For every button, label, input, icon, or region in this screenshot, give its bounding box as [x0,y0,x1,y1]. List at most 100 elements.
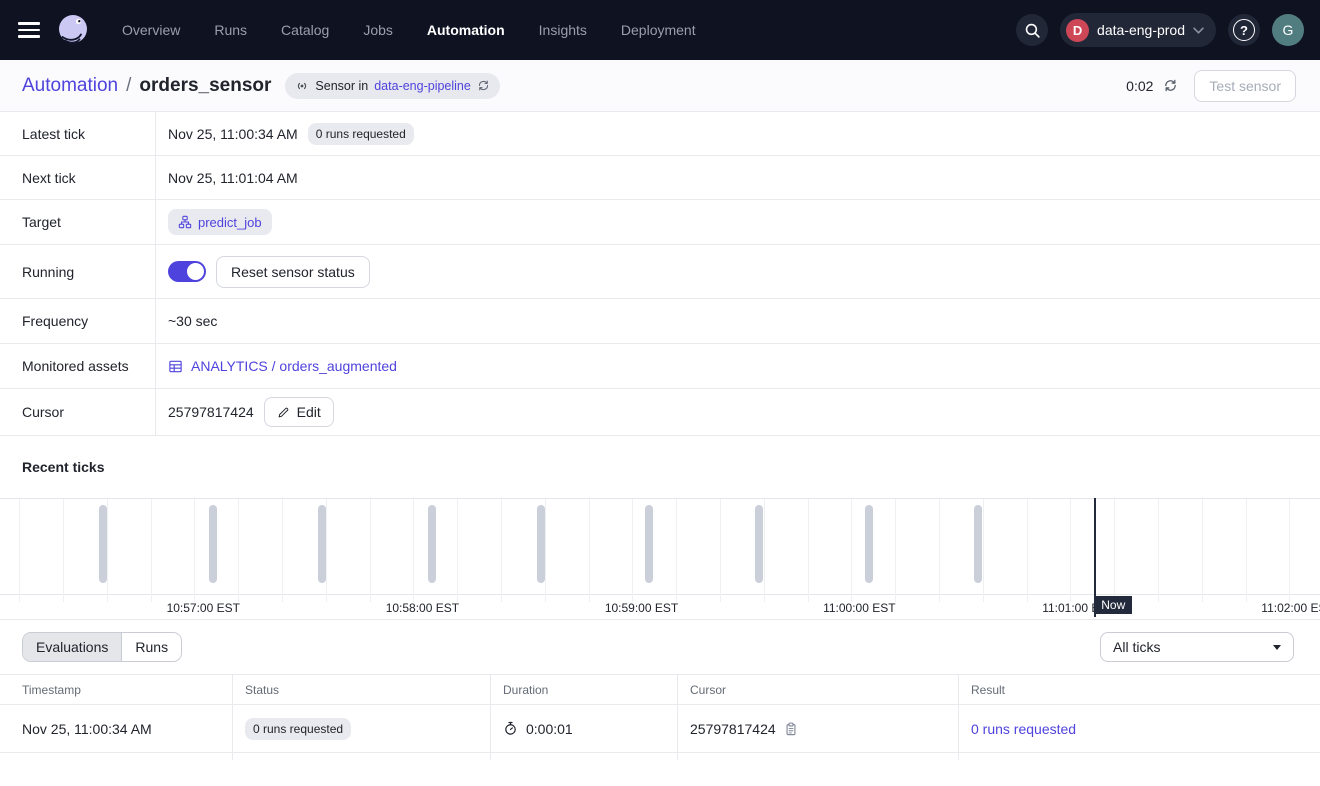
next-tick-value: Nov 25, 11:01:04 AM [168,170,298,186]
ticks-toolbar: Evaluations Runs All ticks [0,620,1320,674]
running-toggle[interactable] [168,261,206,282]
sensor-tick-bar[interactable] [428,505,436,583]
reset-sensor-status-button[interactable]: Reset sensor status [216,256,370,288]
tick-gridline [457,499,458,602]
col-duration: Duration [490,675,677,704]
asset-table-icon [168,359,183,374]
tick-gridline [851,499,852,602]
nav-item-deployment[interactable]: Deployment [621,22,696,38]
table-row: Nov 25, 11:00:34 AM 0 runs requested 0:0… [0,705,1320,753]
ticks-view-tabs: Evaluations Runs [22,632,182,662]
tick-gridline [764,499,765,602]
tick-timeline: 10:57:00 EST10:58:00 EST10:59:00 EST11:0… [0,498,1320,619]
col-result: Result [958,675,1320,704]
tick-gridline [1246,499,1247,602]
sensor-signal-icon [295,79,309,93]
tick-gridline [1202,499,1203,602]
tick-gridline [1070,499,1071,602]
breadcrumb-automation-link[interactable]: Automation [22,75,118,97]
ticks-table-header: Timestamp Status Duration Cursor Result [0,674,1320,705]
row-result-link[interactable]: 0 runs requested [971,721,1076,737]
frequency-label: Frequency [0,313,155,329]
pencil-icon [277,406,290,419]
sensor-location-badge: Sensor in data-eng-pipeline [285,73,499,99]
tick-gridline [194,499,195,602]
refresh-icon[interactable] [1163,78,1178,93]
help-icon: ? [1233,19,1255,41]
detail-row-cursor: Cursor 25797817424 Edit [0,389,1320,436]
nav-item-catalog[interactable]: Catalog [281,22,329,38]
page-header: Automation / orders_sensor Sensor in dat… [0,60,1320,112]
detail-row-monitored-assets: Monitored assets ANALYTICS / orders_augm… [0,344,1320,389]
hamburger-menu-icon[interactable] [18,18,42,42]
frequency-value: ~30 sec [168,313,217,329]
sensor-tick-bar[interactable] [974,505,982,583]
detail-row-frequency: Frequency ~30 sec [0,299,1320,344]
monitored-asset-link[interactable]: ANALYTICS / orders_augmented [168,358,397,374]
row-timestamp: Nov 25, 11:00:34 AM [22,721,152,737]
latest-tick-label: Latest tick [0,126,155,142]
row-cursor: 25797817424 [690,721,776,737]
tick-gridline [808,499,809,602]
tick-filter-dropdown[interactable]: All ticks [1100,632,1294,662]
chevron-down-icon [1193,27,1204,34]
tab-evaluations[interactable]: Evaluations [23,633,122,661]
col-status: Status [232,675,490,704]
tick-gridline [676,499,677,602]
tick-gridline [1289,499,1290,602]
clipboard-icon[interactable] [784,722,798,736]
target-label: Target [0,214,155,230]
now-tooltip: Now [1094,596,1132,614]
page-title: orders_sensor [139,75,271,97]
sensor-tick-bar[interactable] [318,505,326,583]
code-location-link[interactable]: data-eng-pipeline [374,79,471,93]
table-row-partial [0,753,1320,760]
monitored-assets-label: Monitored assets [0,358,155,374]
breadcrumb-separator: / [126,75,131,97]
tick-gridline [589,499,590,602]
cursor-value: 25797817424 [168,404,254,420]
deployment-switcher[interactable]: D data-eng-prod [1060,13,1216,47]
user-avatar[interactable]: G [1272,14,1304,46]
tick-gridline [19,499,20,602]
sensor-tick-bar[interactable] [755,505,763,583]
nav-item-overview[interactable]: Overview [122,22,180,38]
sensor-tick-bar[interactable] [865,505,873,583]
sensor-tick-bar[interactable] [209,505,217,583]
help-button[interactable]: ? [1228,14,1260,46]
edit-cursor-label: Edit [297,404,321,420]
tick-gridline [501,499,502,602]
nav-item-runs[interactable]: Runs [214,22,247,38]
top-nav: Overview Runs Catalog Jobs Automation In… [0,0,1320,60]
nav-item-jobs[interactable]: Jobs [363,22,393,38]
nav-item-automation[interactable]: Automation [427,22,505,38]
target-job-name: predict_job [198,215,262,230]
edit-cursor-button[interactable]: Edit [264,397,334,427]
tick-gridline [151,499,152,602]
latest-tick-value: Nov 25, 11:00:34 AM [168,126,298,142]
tick-countdown: 0:02 [1126,78,1153,94]
detail-row-running: Running Reset sensor status [0,245,1320,299]
search-button[interactable] [1016,14,1048,46]
caret-down-icon [1273,645,1281,650]
axis-tick-label: 10:58:00 EST [386,601,459,615]
target-job-pill[interactable]: predict_job [168,209,272,235]
axis-tick-label: 11:02:00 EST [1261,601,1320,615]
breadcrumb: Automation / orders_sensor [22,75,271,97]
tab-runs[interactable]: Runs [122,633,181,661]
sensor-tick-bar[interactable] [537,505,545,583]
sensor-tick-bar[interactable] [99,505,107,583]
reload-location-icon[interactable] [477,79,490,92]
search-icon [1024,22,1041,39]
tick-gridline [63,499,64,602]
tick-gridline [413,499,414,602]
tick-filter-value: All ticks [1113,639,1160,655]
nav-item-insights[interactable]: Insights [539,22,587,38]
cursor-label: Cursor [0,404,155,420]
test-sensor-button[interactable]: Test sensor [1194,70,1296,102]
dagster-logo[interactable] [54,11,92,49]
deployment-badge: D [1066,19,1089,42]
col-timestamp: Timestamp [0,675,232,704]
sensor-tick-bar[interactable] [645,505,653,583]
monitored-asset-name: ANALYTICS / orders_augmented [191,358,397,374]
